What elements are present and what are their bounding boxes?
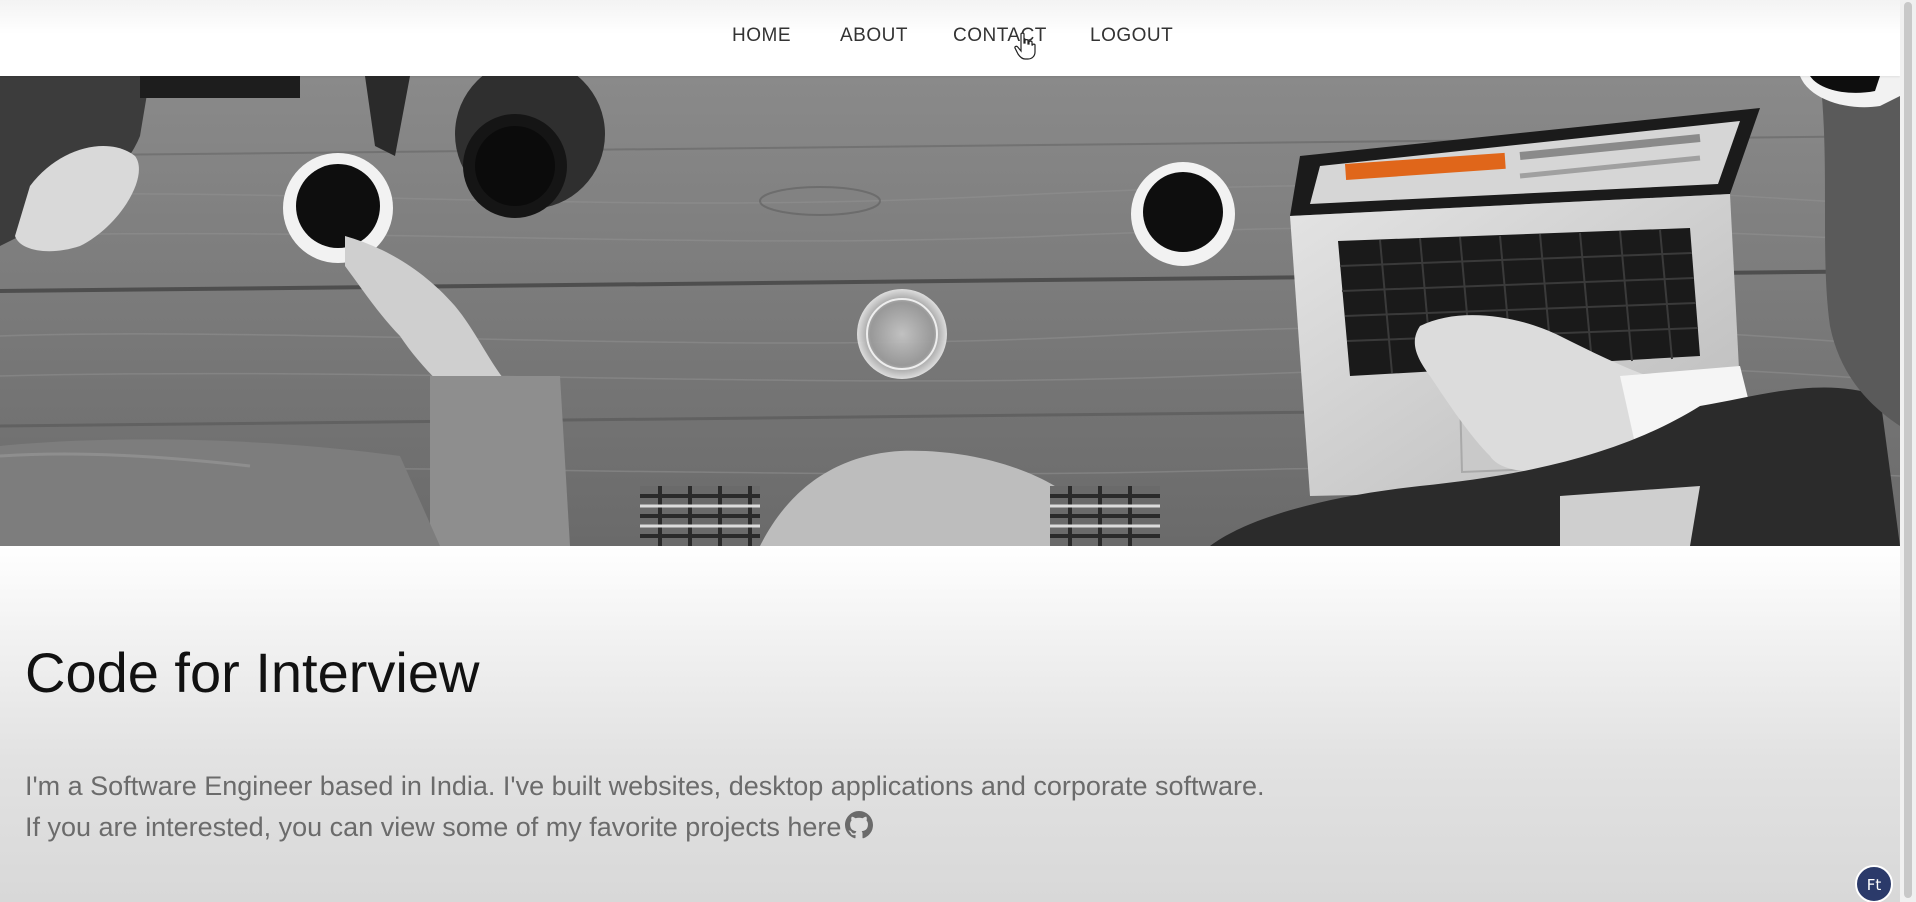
page-scrollbar[interactable] — [1900, 0, 1916, 902]
hero-image — [0, 76, 1900, 546]
github-link[interactable] — [845, 810, 874, 851]
nav-home-link[interactable]: HOME — [732, 25, 791, 47]
intro-title: Code for Interview — [25, 641, 480, 704]
intro-line-2-wrapper: If you are interested, you can view some… — [25, 807, 1265, 851]
github-icon — [845, 811, 874, 839]
intro-description: I'm a Software Engineer based in India. … — [25, 766, 1265, 851]
top-navigation: HOME ABOUT CONTACT LOGOUT — [0, 0, 1900, 76]
page: HOME ABOUT CONTACT LOGOUT Code for Inter… — [0, 0, 1900, 902]
nav-logout-link[interactable]: LOGOUT — [1090, 25, 1173, 47]
intro-line-1: I'm a Software Engineer based in India. … — [25, 771, 1265, 801]
intro-line-2: If you are interested, you can view some… — [25, 812, 842, 842]
intro-section: Code for Interview I'm a Software Engine… — [0, 546, 1900, 902]
nav-about-link[interactable]: ABOUT — [840, 25, 908, 47]
logo-badge-icon: Ft — [1855, 865, 1893, 902]
mouse-pointer-hand-icon — [1014, 32, 1036, 60]
svg-text:Ft: Ft — [1867, 876, 1882, 894]
scrollbar-thumb[interactable] — [1904, 2, 1912, 898]
